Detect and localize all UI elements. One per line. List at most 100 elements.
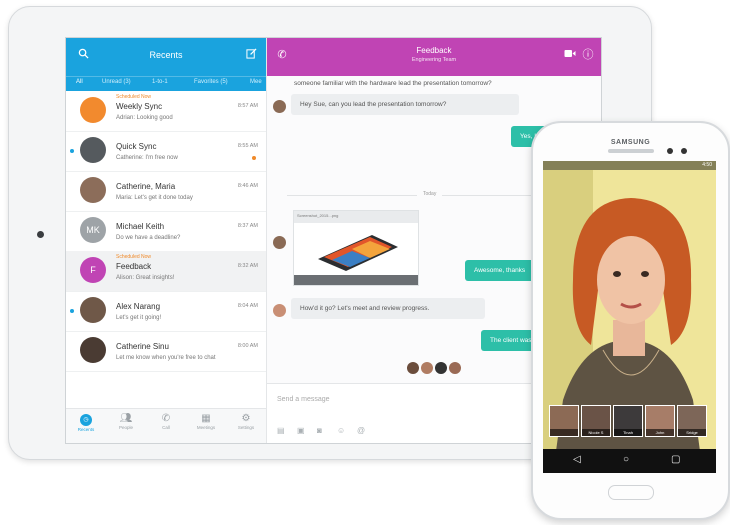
image-icon[interactable]: ▣: [297, 426, 305, 435]
scheduled-label: Scheduled Now: [116, 254, 152, 260]
conversation-name: Catherine Sinu: [116, 342, 169, 351]
conversation-name: Michael Keith: [116, 222, 165, 231]
participant-name: Tinah: [614, 429, 642, 436]
participant-name: [550, 429, 578, 436]
call-icon: ✆: [161, 413, 171, 424]
chat-header: ✆ Feedback Engineering Team ⓘ: [267, 38, 601, 76]
unread-dot: [70, 309, 74, 313]
settings-icon: ⚙: [241, 413, 251, 424]
filter-tab-one-to-one[interactable]: 1-to-1: [152, 79, 168, 85]
meetings-icon: ▦: [201, 413, 211, 424]
image-attachment[interactable]: Screenshot_2015...png: [293, 210, 419, 286]
conversation-item[interactable]: Catherine, Maria Maria: Let's get it done…: [66, 171, 266, 212]
conversation-preview: Alison: Great insights!: [116, 275, 175, 281]
device-photo: [318, 235, 398, 271]
file-icon[interactable]: ▤: [277, 426, 285, 435]
nav-meetings[interactable]: ▦ Meetings: [188, 413, 224, 430]
conversation-time: 8:46 AM: [237, 183, 258, 189]
info-icon[interactable]: ⓘ: [581, 48, 595, 62]
participant-avatar: [421, 362, 433, 374]
conversation-preview: Catherine: I'm free now: [116, 155, 178, 161]
phone-device: SAMSUNG 4:50 Nicole S Tinah John Sridge …: [531, 121, 730, 520]
filter-tab-all[interactable]: All: [76, 79, 83, 85]
sidebar-header: Recents: [66, 38, 266, 76]
participant-thumb[interactable]: [549, 405, 579, 437]
video-icon[interactable]: [563, 48, 577, 62]
mention-icon[interactable]: @: [357, 426, 365, 435]
phone-speaker: [608, 149, 654, 153]
nav-recents[interactable]: ◷ Recents: [68, 413, 104, 432]
nav-call[interactable]: ✆ Call: [148, 413, 184, 430]
conversation-name: Weekly Sync: [116, 102, 163, 111]
bottom-navigation: ◷ Recents 👥︎ People ✆ Call ▦ Meetings ⚙: [66, 408, 266, 443]
participant-avatar: [407, 362, 419, 374]
incoming-message: How'd it go? Let's meet and review progr…: [291, 298, 485, 319]
avatar: [80, 177, 106, 203]
chat-subtitle: Engineering Team: [411, 57, 457, 63]
filter-tabs: All Unread (3) 1-to-1 Favorites (5) Mee: [66, 76, 266, 91]
sidebar-title: Recents: [149, 50, 183, 60]
status-bar: 4:50: [543, 161, 716, 170]
participant-thumb[interactable]: Tinah: [613, 405, 643, 437]
avatar: [80, 297, 106, 323]
message-input[interactable]: Send a message: [277, 396, 330, 403]
conversation-item[interactable]: F Scheduled Now Feedback Alison: Great insi…: [66, 251, 266, 292]
nav-label: Settings: [237, 425, 255, 430]
conversation-item[interactable]: Alex Narang Let's get it going! 8:04 AM: [66, 291, 266, 332]
conversation-name: Catherine, Maria: [116, 182, 176, 191]
android-nav-bar: ◁ ○ ▢: [543, 449, 716, 473]
avatar: F: [80, 257, 106, 283]
recents-sidebar: Recents All Unread (3) 1-to-1 Favorites …: [66, 38, 267, 443]
nav-label: Meetings: [196, 425, 216, 430]
incoming-message: Hey Sue, can you lead the presentation t…: [291, 94, 519, 115]
nav-people[interactable]: 👥︎ People: [108, 413, 144, 430]
conversation-item[interactable]: Catherine Sinu Let me know when you're fr…: [66, 331, 266, 372]
conversation-time: 8:04 AM: [237, 303, 258, 309]
tablet-camera: [37, 231, 44, 238]
filter-tab-unread[interactable]: Unread (3): [102, 79, 131, 85]
conversation-preview: Maria: Let's get it done today: [116, 195, 193, 201]
avatar: [273, 236, 286, 249]
filter-tab-meetings[interactable]: Mee: [250, 79, 262, 85]
filter-tab-favorites[interactable]: Favorites (5): [194, 79, 228, 85]
conversation-item[interactable]: Scheduled Now Weekly Sync Adrian: Looking …: [66, 91, 266, 132]
nav-label: People: [118, 425, 133, 430]
emoji-icon[interactable]: ☺: [337, 426, 345, 435]
recent-apps-icon[interactable]: ▢: [671, 454, 680, 465]
conversation-name: Feedback: [116, 262, 152, 271]
people-icon: 👥︎: [119, 413, 133, 424]
participant-name: Nicole S: [582, 429, 610, 436]
conversation-preview: Do we have a deadline?: [116, 235, 181, 241]
conversation-time: 8:00 AM: [237, 343, 258, 349]
conversation-time: 8:32 AM: [237, 263, 258, 269]
alert-dot: [252, 156, 256, 160]
conversation-item[interactable]: Quick Sync Catherine: I'm free now 8:55 AM: [66, 131, 266, 172]
conversation-item[interactable]: MK Michael Keith Do we have a deadline? 8:3…: [66, 211, 266, 252]
participant-thumb[interactable]: Sridge: [677, 405, 707, 437]
recents-icon: ◷: [80, 414, 92, 426]
avatar-initials: MK: [86, 225, 100, 235]
avatar: MK: [80, 217, 106, 243]
participant-name: Sridge: [678, 429, 706, 436]
phone-camera: [681, 148, 687, 154]
avatar: [273, 304, 286, 317]
back-icon[interactable]: ◁: [573, 454, 581, 465]
conversation-time: 8:57 AM: [237, 103, 258, 109]
video-call-screen: 4:50 Nicole S Tinah John Sridge ◁ ○ ▢: [543, 161, 716, 473]
participant-thumb[interactable]: John: [645, 405, 675, 437]
camera-icon[interactable]: ◙: [317, 426, 322, 435]
conversation-time: 8:55 AM: [237, 143, 258, 149]
phone-sensor: [667, 148, 673, 154]
nav-label: Recents: [77, 427, 95, 432]
nav-label: Call: [162, 425, 170, 430]
phone-home-button[interactable]: [608, 485, 654, 500]
attachment-caption: Screenshot_2015...png: [294, 211, 418, 223]
avatar: [80, 337, 106, 363]
chat-title: Feedback: [416, 46, 452, 55]
participant-avatar: [449, 362, 461, 374]
participant-thumb[interactable]: Nicole S: [581, 405, 611, 437]
participant-strip: Nicole S Tinah John Sridge: [549, 405, 712, 439]
nav-settings[interactable]: ⚙ Settings: [228, 413, 264, 430]
home-icon[interactable]: ○: [623, 454, 629, 465]
compose-icon[interactable]: [244, 48, 258, 62]
